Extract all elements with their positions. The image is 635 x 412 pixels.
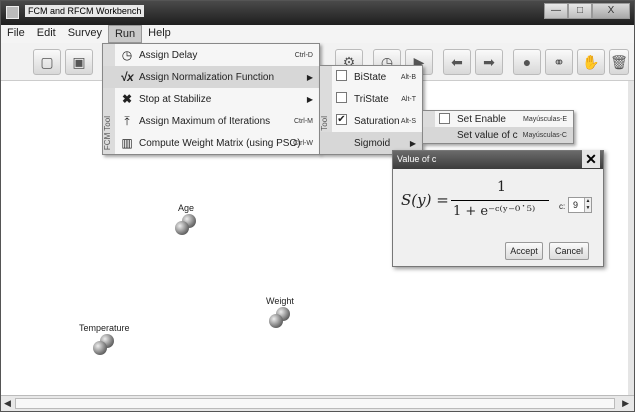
- dialog-title: Value of c: [397, 154, 437, 164]
- menu-item-shortcut: Ctrl-M: [293, 117, 313, 125]
- run-menu: FCM Tool ◷ Assign Delay Ctrl-D √x Assign…: [102, 43, 320, 155]
- arrow-right-icon[interactable]: ➡: [475, 49, 503, 75]
- node-label: Age: [177, 203, 194, 213]
- c-value-spinner[interactable]: 9 ▲ ▼: [568, 197, 592, 213]
- node-label: Weight: [266, 296, 294, 306]
- formula-numerator: 1: [497, 179, 506, 195]
- open-folder-icon[interactable]: ▣: [65, 49, 93, 75]
- sigmoid-formula: S(y) = 1 1 + e⁻ᶜ⁽ʸ⁻⁰˙⁵⁾: [399, 177, 559, 227]
- c-value: 9: [573, 200, 579, 210]
- menu-item-compute-weight-matrix[interactable]: ▥ Compute Weight Matrix (using PSO) Ctrl…: [103, 132, 319, 154]
- menu-item-shortcut: Ctrl-W: [293, 139, 313, 147]
- menu-item-bistate[interactable]: BiState Alt-B: [320, 66, 422, 88]
- set-enable-checkbox[interactable]: [439, 113, 450, 124]
- menu-item-label: Set value of c: [457, 129, 518, 141]
- menu-item-shortcut: Ctrl-D: [294, 51, 313, 59]
- menu-item-assign-normalization[interactable]: √x Assign Normalization Function ▶: [103, 66, 319, 88]
- app-icon: [6, 6, 19, 19]
- sqrt-x-icon: √x: [120, 70, 134, 84]
- dialog-close-icon[interactable]: ✕: [582, 150, 600, 168]
- node-icon: [175, 214, 197, 236]
- menu-item-shortcut: Mayúsculas-C: [522, 131, 567, 139]
- saturation-checkbox[interactable]: ✔: [336, 114, 347, 125]
- menu-item-shortcut: Alt-B: [400, 73, 416, 81]
- scroll-thumb[interactable]: [15, 398, 615, 409]
- formula-lhs: S(y) =: [401, 191, 449, 209]
- menu-item-shortcut: Alt-T: [401, 95, 416, 103]
- nodes-icon[interactable]: ●: [513, 49, 541, 75]
- menu-item-assign-delay[interactable]: ◷ Assign Delay Ctrl-D: [103, 44, 319, 66]
- scroll-right-icon[interactable]: ▶: [622, 398, 629, 409]
- menu-item-set-enable[interactable]: Set Enable Mayúsculas-E: [423, 111, 573, 127]
- menu-item-label: TriState: [354, 93, 389, 105]
- bistate-checkbox[interactable]: [336, 70, 347, 81]
- close-button[interactable]: X: [592, 3, 630, 19]
- node-icon: [268, 307, 291, 329]
- menu-item-shortcut: Mayúsculas-E: [523, 115, 567, 123]
- menu-item-set-value-of-c[interactable]: Set value of c Mayúsculas-C: [423, 127, 573, 143]
- spinner-arrows-icon[interactable]: ▲ ▼: [584, 198, 591, 212]
- submenu-arrow-icon: ▶: [409, 138, 416, 148]
- maximize-button[interactable]: □: [568, 3, 592, 19]
- hand-icon[interactable]: ✋: [577, 49, 605, 75]
- chart-icon: ▥: [121, 136, 133, 150]
- menu-item-label: Compute Weight Matrix (using PSO): [139, 137, 301, 149]
- node-label: Temperature: [79, 323, 130, 333]
- menu-item-saturation[interactable]: ✔ Saturation Alt-S: [320, 110, 422, 132]
- submenu-arrow-icon: ▶: [306, 72, 313, 82]
- formula-denominator: 1 + e⁻ᶜ⁽ʸ⁻⁰˙⁵⁾: [453, 204, 536, 219]
- window-controls: — □ X: [544, 3, 630, 19]
- menu-item-label: Sigmoid: [354, 137, 391, 149]
- menu-run[interactable]: Run: [107, 25, 143, 43]
- scroll-left-icon[interactable]: ◀: [4, 398, 11, 409]
- menu-item-stop-at-stabilize[interactable]: ✖ Stop at Stabilize ▶: [103, 88, 319, 110]
- concept-node-age[interactable]: Age: [175, 203, 197, 236]
- menu-help[interactable]: Help: [142, 25, 177, 43]
- menu-edit[interactable]: Edit: [31, 25, 62, 43]
- menu-item-assign-max-iterations[interactable]: ⤒ Assign Maximum of Iterations Ctrl-M: [103, 110, 319, 132]
- menu-survey[interactable]: Survey: [62, 25, 108, 43]
- horizontal-scrollbar[interactable]: ◀ ▶: [1, 395, 634, 411]
- concept-node-weight[interactable]: Weight: [266, 296, 294, 329]
- normalization-submenu: FCM Tool BiState Alt-B TriState Alt-T ✔ …: [319, 65, 423, 155]
- submenu-arrow-icon: ▶: [306, 94, 313, 104]
- menu-item-label: Assign Maximum of Iterations: [139, 115, 271, 127]
- cancel-button[interactable]: Cancel: [549, 242, 589, 260]
- accept-button[interactable]: Accept: [505, 242, 543, 260]
- new-file-icon[interactable]: ▢: [33, 49, 61, 75]
- menu-item-tristate[interactable]: TriState Alt-T: [320, 88, 422, 110]
- menu-bar: File Edit Survey Run Help: [1, 25, 634, 43]
- c-label: c:: [559, 202, 566, 211]
- minimize-button[interactable]: —: [544, 3, 568, 19]
- x-mark-icon: ✖: [121, 92, 133, 106]
- arrow-left-icon[interactable]: ⬅: [443, 49, 471, 75]
- menu-item-label: Stop at Stabilize: [139, 93, 212, 105]
- menu-item-label: BiState: [354, 71, 387, 83]
- fraction-bar: [451, 200, 549, 201]
- window-title: FCM and RFCM Workbench: [25, 5, 145, 17]
- menu-file[interactable]: File: [1, 25, 31, 43]
- tristate-checkbox[interactable]: [336, 92, 347, 103]
- up-arrow-bar-icon: ⤒: [124, 114, 130, 128]
- menu-item-shortcut: Alt-S: [400, 117, 416, 125]
- link-icon[interactable]: ⚭: [545, 49, 573, 75]
- title-bar: FCM and RFCM Workbench — □ X: [1, 1, 634, 25]
- node-icon: [93, 334, 115, 356]
- menu-item-label: Assign Delay: [139, 49, 198, 61]
- clock-icon: ◷: [121, 48, 133, 62]
- menu-item-label: Saturation: [354, 115, 400, 127]
- vertical-scrollbar[interactable]: [628, 81, 634, 395]
- dialog-title-bar: Value of c ✕: [393, 150, 603, 169]
- trash-icon[interactable]: 🗑: [609, 49, 629, 75]
- menu-item-label: Assign Normalization Function: [139, 71, 275, 83]
- menu-item-label: Set Enable: [457, 113, 506, 125]
- concept-node-temperature[interactable]: Temperature: [79, 323, 130, 356]
- value-of-c-dialog: Value of c ✕ S(y) = 1 1 + e⁻ᶜ⁽ʸ⁻⁰˙⁵⁾ c: …: [392, 150, 604, 267]
- sigmoid-submenu: FC Set Enable Mayúsculas-E Set value of …: [422, 110, 574, 144]
